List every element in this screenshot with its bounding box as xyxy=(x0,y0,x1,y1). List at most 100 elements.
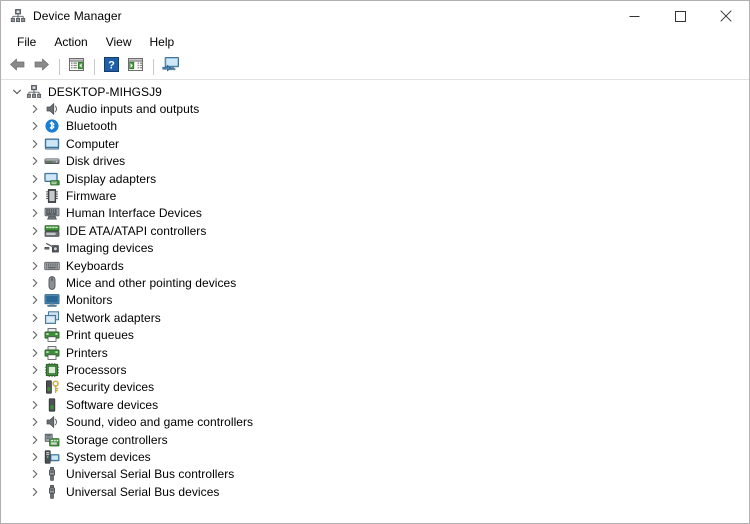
toolbar: ? xyxy=(1,54,749,80)
display-adapter-icon xyxy=(44,171,60,187)
scan-hardware-button[interactable] xyxy=(124,56,147,78)
chevron-right-icon[interactable] xyxy=(28,120,41,133)
usb-icon xyxy=(44,466,60,482)
toolbar-separator-1 xyxy=(59,58,60,75)
usb-icon xyxy=(44,484,60,500)
scan-window-icon xyxy=(127,57,144,77)
disk-drive-icon xyxy=(44,153,60,169)
tree-row-imaging-devices[interactable]: Imaging devices xyxy=(1,240,749,257)
chevron-right-icon[interactable] xyxy=(28,468,41,481)
tree-item-label: Mice and other pointing devices xyxy=(66,275,237,290)
menu-bar: File Action View Help xyxy=(1,31,749,54)
tree-item-label: Software devices xyxy=(66,397,159,412)
tree-row-bluetooth[interactable]: Bluetooth xyxy=(1,118,749,135)
security-key-icon xyxy=(44,379,60,395)
close-button[interactable] xyxy=(703,1,749,31)
forward-arrow-icon xyxy=(33,57,50,77)
title-bar: Device Manager xyxy=(1,1,749,31)
chevron-right-icon[interactable] xyxy=(28,103,41,116)
help-question-icon: ? xyxy=(104,56,119,77)
tree-row-storage-controllers[interactable]: Storage controllers xyxy=(1,431,749,448)
chevron-right-icon[interactable] xyxy=(28,207,41,220)
chevron-right-icon[interactable] xyxy=(28,190,41,203)
tree-item-label: Security devices xyxy=(66,380,155,395)
tree-row-universal-serial-bus-controllers[interactable]: Universal Serial Bus controllers xyxy=(1,466,749,483)
tree-row-universal-serial-bus-devices[interactable]: Universal Serial Bus devices xyxy=(1,483,749,500)
chevron-right-icon[interactable] xyxy=(28,329,41,342)
tree-item-label: Printers xyxy=(66,345,108,360)
chevron-right-icon[interactable] xyxy=(28,259,41,272)
tree-row-printers[interactable]: Printers xyxy=(1,344,749,361)
network-card-icon xyxy=(44,310,60,326)
system-device-icon xyxy=(44,449,60,465)
tree-row-ide-ata-atapi-controllers[interactable]: IDE ATA/ATAPI controllers xyxy=(1,222,749,239)
tree-item-label: Human Interface Devices xyxy=(66,206,202,221)
chevron-down-icon[interactable] xyxy=(10,85,23,98)
tree-row-audio-inputs-and-outputs[interactable]: Audio inputs and outputs xyxy=(1,100,749,117)
tree-row-security-devices[interactable]: Security devices xyxy=(1,379,749,396)
minimize-button[interactable] xyxy=(611,1,657,31)
computer-monitor-icon xyxy=(44,136,60,152)
ide-controller-icon xyxy=(44,223,60,239)
update-driver-button[interactable] xyxy=(159,56,182,78)
tree-row-monitors[interactable]: Monitors xyxy=(1,292,749,309)
menu-item-file[interactable]: File xyxy=(8,33,45,52)
tree-row-mice-and-other-pointing-devices[interactable]: Mice and other pointing devices xyxy=(1,274,749,291)
tree-item-label: Firmware xyxy=(66,189,117,204)
printer-icon xyxy=(44,327,60,343)
chevron-right-icon[interactable] xyxy=(28,276,41,289)
chevron-right-icon[interactable] xyxy=(28,155,41,168)
tree-item-label: Computer xyxy=(66,136,120,151)
chevron-right-icon[interactable] xyxy=(28,137,41,150)
chevron-right-icon[interactable] xyxy=(28,416,41,429)
chevron-right-icon[interactable] xyxy=(28,398,41,411)
tree-item-label: Processors xyxy=(66,362,127,377)
tree-row-keyboards[interactable]: Keyboards xyxy=(1,257,749,274)
properties-window-icon xyxy=(68,57,85,77)
help-button[interactable]: ? xyxy=(100,56,123,78)
chevron-right-icon[interactable] xyxy=(28,172,41,185)
tree-item-label: Universal Serial Bus devices xyxy=(66,484,220,499)
window-controls xyxy=(611,1,749,31)
chevron-right-icon[interactable] xyxy=(28,433,41,446)
tree-row-system-devices[interactable]: System devices xyxy=(1,448,749,465)
hid-keypad-icon xyxy=(44,205,60,221)
properties-button[interactable] xyxy=(65,56,88,78)
tree-row-sound-video-and-game-controllers[interactable]: Sound, video and game controllers xyxy=(1,413,749,430)
tree-row-software-devices[interactable]: Software devices xyxy=(1,396,749,413)
tree-row-display-adapters[interactable]: Display adapters xyxy=(1,170,749,187)
software-device-icon xyxy=(44,397,60,413)
chevron-right-icon[interactable] xyxy=(28,450,41,463)
tree-row-disk-drives[interactable]: Disk drives xyxy=(1,153,749,170)
chevron-right-icon[interactable] xyxy=(28,242,41,255)
tree-row-human-interface-devices[interactable]: Human Interface Devices xyxy=(1,205,749,222)
chevron-right-icon[interactable] xyxy=(28,485,41,498)
tree-row-processors[interactable]: Processors xyxy=(1,361,749,378)
chevron-right-icon[interactable] xyxy=(28,346,41,359)
tree-row-network-adapters[interactable]: Network adapters xyxy=(1,309,749,326)
tree-row-computer[interactable]: Computer xyxy=(1,135,749,152)
menu-item-view[interactable]: View xyxy=(97,33,141,52)
chevron-right-icon[interactable] xyxy=(28,381,41,394)
maximize-button[interactable] xyxy=(657,1,703,31)
chevron-right-icon[interactable] xyxy=(28,363,41,376)
chevron-right-icon[interactable] xyxy=(28,224,41,237)
printer-icon xyxy=(44,345,60,361)
keyboard-icon xyxy=(44,258,60,274)
tree-item-label: IDE ATA/ATAPI controllers xyxy=(66,223,207,238)
mouse-icon xyxy=(44,275,60,291)
device-tree[interactable]: DESKTOP-MIHGSJ9 Audio inputs and outputs xyxy=(1,80,749,523)
tree-item-label: Audio inputs and outputs xyxy=(66,102,200,117)
menu-item-help[interactable]: Help xyxy=(141,33,184,52)
chevron-right-icon[interactable] xyxy=(28,311,41,324)
tree-item-label: Display adapters xyxy=(66,171,157,186)
tree-item-label: Monitors xyxy=(66,293,113,308)
speaker-icon xyxy=(44,414,60,430)
back-button[interactable] xyxy=(6,56,29,78)
tree-row-print-queues[interactable]: Print queues xyxy=(1,326,749,343)
chevron-right-icon[interactable] xyxy=(28,294,41,307)
forward-button[interactable] xyxy=(30,56,53,78)
menu-item-action[interactable]: Action xyxy=(45,33,96,52)
tree-row-root[interactable]: DESKTOP-MIHGSJ9 xyxy=(1,83,749,100)
tree-row-firmware[interactable]: Firmware xyxy=(1,187,749,204)
